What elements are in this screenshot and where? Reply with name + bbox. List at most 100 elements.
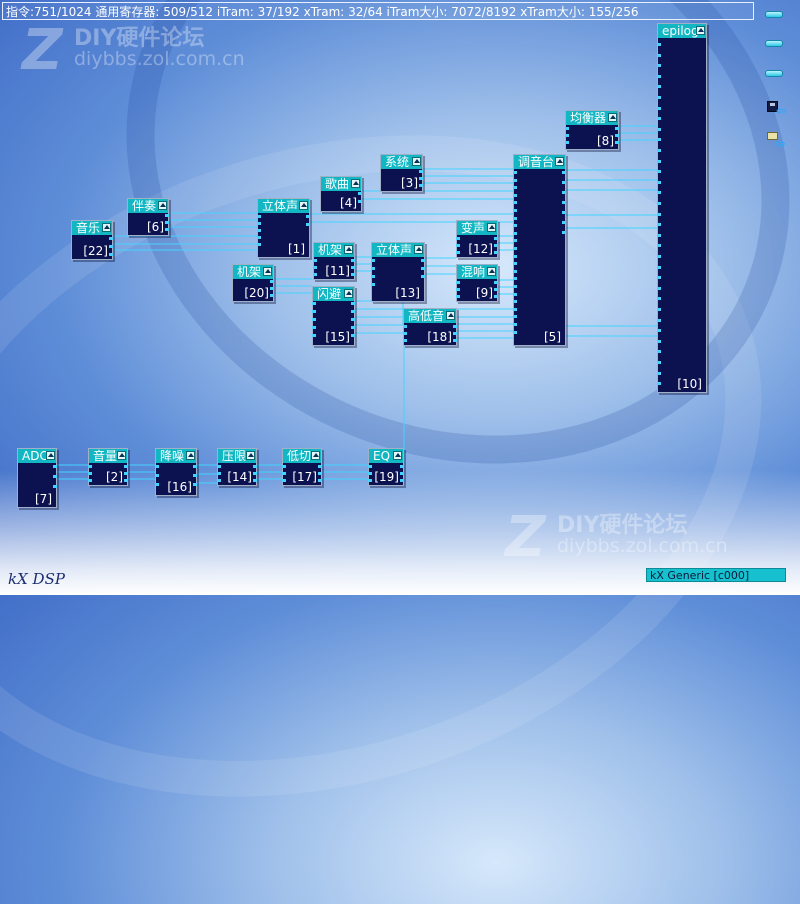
output-pin[interactable] [270,287,274,290]
collapse-toggle-icon[interactable] [344,245,353,254]
input-pin[interactable] [313,266,317,269]
output-pin[interactable] [193,465,197,468]
output-pin[interactable] [193,483,197,486]
input-pin[interactable] [217,465,221,468]
input-pin[interactable] [282,472,286,475]
input-pin[interactable] [657,308,661,311]
input-pin[interactable] [513,307,517,311]
effect-node-st13[interactable]: 立体声 [13] [371,242,425,302]
collapse-toggle-icon[interactable] [351,179,360,188]
effect-node-avoid15[interactable]: 闪避 [15] [312,286,355,346]
input-pin[interactable] [657,255,661,258]
input-pin[interactable] [155,483,159,486]
toolbar-bar-icon[interactable] [765,11,783,18]
output-pin[interactable] [453,325,457,328]
output-pin[interactable] [306,215,310,218]
input-pin[interactable] [657,297,661,301]
input-pin[interactable] [657,382,661,386]
output-pin[interactable] [351,273,355,276]
input-pin[interactable] [257,236,261,239]
input-pin[interactable] [657,202,661,205]
output-pin[interactable] [562,211,566,214]
input-pin[interactable] [657,244,661,248]
output-pin[interactable] [562,201,566,204]
input-pin[interactable] [657,64,661,68]
output-pin[interactable] [124,465,128,468]
input-pin[interactable] [456,295,460,298]
output-pin[interactable] [494,288,498,291]
input-pin[interactable] [371,283,375,286]
input-pin[interactable] [371,259,375,262]
effect-node-rev9[interactable]: 混响 [9] [456,264,498,302]
effect-node-eq19[interactable]: EQ [19] [368,448,404,486]
effect-node-lc17[interactable]: 低切 [17] [282,448,322,486]
collapse-toggle-icon[interactable] [608,113,617,122]
output-pin[interactable] [253,479,257,482]
collapse-toggle-icon[interactable] [487,267,496,276]
collapse-toggle-icon[interactable] [263,267,272,276]
output-pin[interactable] [494,295,498,298]
output-pin[interactable] [351,259,355,262]
input-pin[interactable] [513,323,517,326]
input-pin[interactable] [257,222,261,225]
output-pin[interactable] [615,141,619,144]
input-pin[interactable] [657,43,661,46]
output-pin[interactable] [419,170,423,173]
dsp-canvas[interactable]: epilog [10] 均衡器 [8] 系统 [3] 调音台 [5] 歌曲 [4] 伴奏[… [0,0,800,595]
output-pin[interactable] [494,251,498,254]
input-pin[interactable] [657,149,661,152]
input-pin[interactable] [657,361,661,364]
input-pin[interactable] [513,300,517,304]
collapse-toggle-icon[interactable] [393,451,402,460]
output-pin[interactable] [615,127,619,130]
output-pin[interactable] [351,310,355,313]
output-pin[interactable] [318,479,322,482]
input-pin[interactable] [456,281,460,284]
input-pin[interactable] [657,170,661,174]
output-pin[interactable] [400,465,404,468]
collapse-toggle-icon[interactable] [158,201,167,210]
input-pin[interactable] [312,310,316,313]
output-pin[interactable] [270,280,274,283]
input-pin[interactable] [456,288,460,291]
input-pin[interactable] [565,134,569,137]
input-pin[interactable] [513,216,517,220]
collapse-toggle-icon[interactable] [555,157,564,166]
input-pin[interactable] [257,229,261,232]
input-pin[interactable] [403,325,407,328]
output-pin[interactable] [306,223,310,226]
effect-node-acc6[interactable]: 伴奏 [6] [127,198,169,236]
input-pin[interactable] [565,127,569,130]
input-pin[interactable] [513,201,517,205]
collapse-toggle-icon[interactable] [46,451,55,460]
input-pin[interactable] [257,243,261,246]
input-pin[interactable] [657,286,661,290]
output-pin[interactable] [419,184,423,187]
input-pin[interactable] [312,326,316,329]
input-pin[interactable] [657,233,661,237]
input-pin[interactable] [657,339,661,343]
input-pin[interactable] [282,465,286,468]
input-pin[interactable] [657,265,661,269]
output-pin[interactable] [318,472,322,475]
collapse-toggle-icon[interactable] [696,26,705,35]
input-pin[interactable] [657,276,661,280]
effect-node-mixer5[interactable]: 调音台 [5] [513,154,566,346]
input-pin[interactable] [657,371,661,375]
input-pin[interactable] [657,117,661,121]
input-pin[interactable] [513,292,517,296]
input-pin[interactable] [88,472,92,475]
output-pin[interactable] [494,281,498,284]
input-pin[interactable] [217,479,221,482]
effect-node-music22[interactable]: 音乐 [22] [71,220,113,260]
effect-node-voice12[interactable]: 变声 [12] [456,220,498,258]
output-pin[interactable] [562,191,566,194]
input-pin[interactable] [657,223,661,227]
output-pin[interactable] [351,326,355,329]
output-pin[interactable] [165,228,169,231]
input-pin[interactable] [657,180,661,184]
output-pin[interactable] [494,237,498,240]
input-pin[interactable] [217,472,221,475]
effect-node-sys3[interactable]: 系统 [3] [380,154,423,192]
output-pin[interactable] [562,221,566,224]
